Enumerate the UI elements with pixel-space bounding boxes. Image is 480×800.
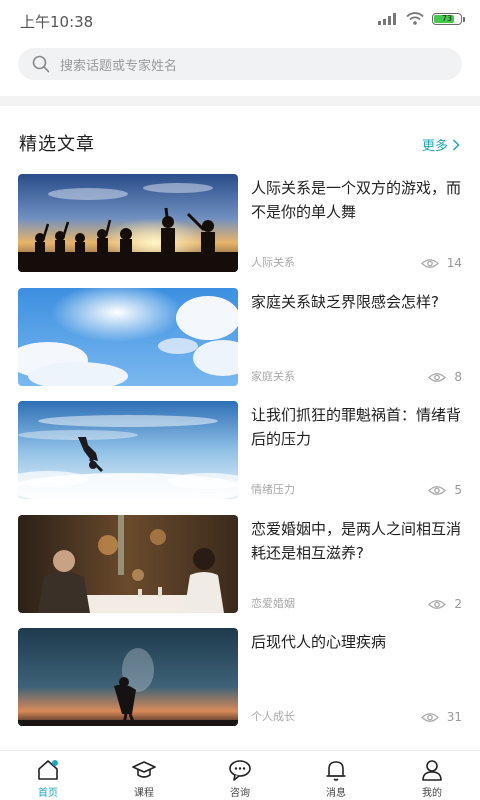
eye-icon [420, 258, 439, 268]
chevron-right-icon [452, 138, 460, 151]
more-label: 更多 [421, 139, 448, 154]
view-count: 8 [454, 370, 462, 384]
view-count: 5 [454, 483, 462, 497]
article-card[interactable]: 后现代人的心理疾病 个人成长 31 [18, 628, 462, 728]
article-card[interactable]: 家庭关系缺乏界限感会怎样? 家庭关系 8 [18, 288, 462, 388]
section-title: 精选文章 [19, 134, 95, 155]
article-title: 让我们抓狂的罪魁祸首：情绪背后的压力 [251, 406, 462, 448]
battery-level: 73 [441, 13, 453, 23]
search-icon [32, 55, 50, 73]
article-views: 5 [428, 483, 462, 497]
eye-icon [428, 599, 447, 609]
view-count: 2 [454, 597, 462, 611]
article-card[interactable]: 让我们抓狂的罪魁祸首：情绪背后的压力 情绪压力 5 [18, 401, 462, 501]
article-title: 后现代人的心理疾病 [251, 633, 387, 651]
tab-label: 首页 [38, 788, 58, 799]
status-time: 上午10:38 [20, 13, 94, 31]
article-thumbnail [18, 628, 238, 726]
article-tag: 情绪压力 [251, 483, 295, 496]
article-card[interactable]: 恋爱婚姻中，是两人之间相互消耗还是相互滋养? 恋爱婚姻 2 [18, 515, 462, 615]
article-title: 人际关系是一个双方的游戏，而不是你的单人舞 [251, 179, 462, 221]
search-placeholder: 搜索话题或专家姓名 [60, 58, 178, 74]
view-count: 31 [446, 710, 462, 724]
tab-label: 课程 [134, 788, 154, 799]
article-tag: 家庭关系 [251, 370, 295, 383]
article-card[interactable]: 人际关系是一个双方的游戏，而不是你的单人舞 人际关系 14 [18, 174, 462, 274]
article-title: 家庭关系缺乏界限感会怎样? [251, 293, 439, 311]
bottom-tab-bar: 首页 课程 咨询 消息 我的 [0, 750, 480, 800]
home-icon [38, 760, 58, 780]
eye-icon [428, 372, 447, 382]
status-bar: 上午10:38 73 [0, 0, 480, 40]
search-bar[interactable]: 搜索话题或专家姓名 [18, 48, 462, 80]
chat-bubble-icon [229, 760, 251, 781]
article-thumbnail [18, 401, 238, 499]
wifi-icon [406, 12, 424, 25]
tab-courses[interactable]: 课程 [96, 751, 192, 800]
article-tag: 恋爱婚姻 [251, 597, 295, 610]
article-views: 31 [420, 710, 462, 724]
tab-messages[interactable]: 消息 [288, 751, 384, 800]
graduation-cap-icon [132, 761, 156, 778]
tab-consult[interactable]: 咨询 [192, 751, 288, 800]
battery-indicator: 73 [432, 12, 465, 25]
tab-profile[interactable]: 我的 [384, 751, 480, 800]
article-views: 2 [428, 597, 462, 611]
status-icons: 73 [378, 12, 465, 25]
article-tag: 人际关系 [251, 256, 295, 269]
bell-icon [326, 761, 346, 781]
tab-label: 消息 [326, 788, 346, 799]
more-link[interactable]: 更多 [422, 135, 460, 154]
signal-icon [378, 12, 396, 25]
article-thumbnail [18, 288, 238, 386]
tab-label: 我的 [422, 788, 442, 799]
tab-home[interactable]: 首页 [0, 751, 96, 800]
article-views: 8 [428, 370, 462, 384]
article-title: 恋爱婚姻中，是两人之间相互消耗还是相互滋养? [251, 520, 462, 562]
article-tag: 个人成长 [251, 710, 295, 723]
article-views: 14 [420, 256, 462, 270]
section-divider [0, 96, 480, 106]
tab-label: 咨询 [230, 788, 250, 799]
user-icon [422, 760, 442, 781]
view-count: 14 [446, 256, 462, 270]
article-thumbnail [18, 515, 238, 613]
eye-icon [428, 485, 447, 495]
eye-icon [420, 712, 439, 722]
article-thumbnail [18, 174, 238, 272]
